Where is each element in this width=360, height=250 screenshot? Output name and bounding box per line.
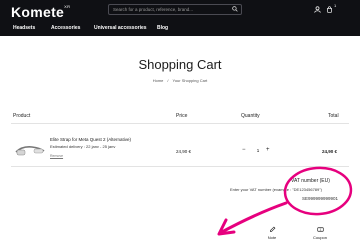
nav-blog[interactable]: Blog: [157, 25, 168, 31]
product-thumbnail[interactable]: [14, 143, 46, 157]
note-button[interactable]: Note: [260, 226, 284, 240]
vat-help-text: Enter your VAT number (example : "DE1234…: [230, 187, 322, 192]
note-label: Note: [267, 235, 277, 240]
divider: [11, 166, 349, 167]
column-product: Product: [13, 113, 31, 119]
row-total: 24,90 €: [322, 149, 338, 154]
account-icon[interactable]: [314, 6, 321, 13]
page-title: Shopping Cart: [138, 57, 222, 72]
nav-headsets[interactable]: Headsets: [13, 25, 35, 31]
breadcrumb-current: Your Shopping Cart: [172, 78, 208, 83]
quantity-input[interactable]: [254, 148, 262, 153]
brand-name: Komete: [11, 4, 65, 20]
vat-title: VAT number (EU): [291, 178, 330, 184]
quantity-increase-button[interactable]: +: [266, 147, 270, 153]
estimated-delivery: Estimated delivery : 22 janv - 25 janv: [50, 144, 116, 149]
quantity-decrease-button[interactable]: −: [242, 147, 246, 153]
nav-universal-accessories[interactable]: Universal accessories: [94, 25, 147, 31]
top-header: KometeXR 1 Headsets Accessories Universa…: [0, 0, 360, 36]
divider: [11, 123, 349, 124]
vat-number-input[interactable]: [268, 194, 338, 203]
search-input[interactable]: [108, 4, 242, 15]
breadcrumb-separator: /: [167, 78, 169, 83]
highlight-annotation: [217, 166, 353, 236]
brand-logo[interactable]: KometeXR: [11, 4, 70, 20]
cart-count-badge: 1: [334, 3, 337, 8]
product-price: 24,90 €: [176, 149, 192, 154]
remove-link[interactable]: Remove: [50, 154, 63, 158]
coupon-label: Coupon: [312, 235, 327, 240]
coupon-button[interactable]: Coupon: [308, 226, 332, 240]
column-total: Total: [328, 113, 339, 119]
breadcrumb: Home / Your Shopping Cart: [0, 78, 360, 83]
column-quantity: Quantity: [241, 113, 260, 119]
breadcrumb-home[interactable]: Home: [153, 78, 164, 83]
search-icon[interactable]: [232, 6, 238, 12]
coupon-icon: [316, 227, 324, 232]
brand-sup: XR: [64, 4, 71, 10]
cart-icon[interactable]: [326, 6, 333, 13]
nav-accessories[interactable]: Accessories: [51, 25, 80, 31]
pencil-icon: [269, 226, 275, 232]
product-name[interactable]: Elite Strap for Meta Quest 2 (Alternativ…: [50, 137, 131, 142]
column-price: Price: [176, 113, 188, 119]
